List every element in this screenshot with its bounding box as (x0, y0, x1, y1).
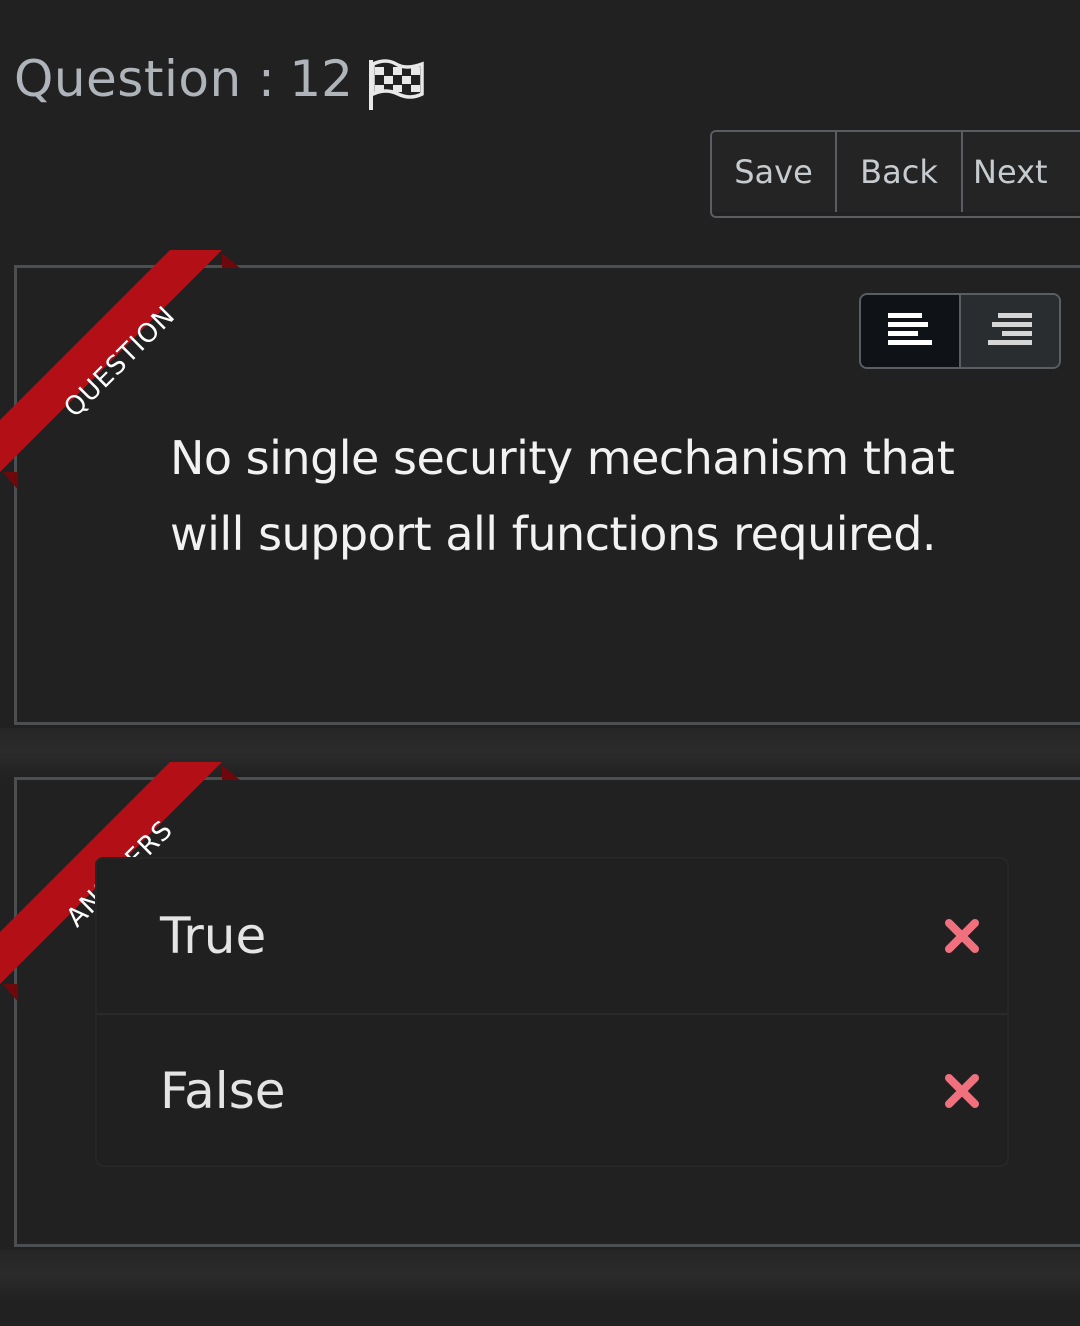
answer-option-false[interactable]: False (97, 1013, 1007, 1167)
save-button[interactable]: Save (712, 132, 837, 212)
align-left-icon (888, 313, 932, 345)
align-right-button[interactable] (961, 295, 1059, 367)
checkered-flag-icon[interactable] (366, 58, 426, 112)
layout-toggle (859, 293, 1061, 369)
question-label: Question : (14, 50, 276, 108)
cross-icon (945, 1074, 979, 1108)
answer-label: True (160, 907, 267, 965)
question-header: Question : 12 (14, 50, 353, 108)
answer-label: False (160, 1062, 286, 1120)
answer-option-true[interactable]: True (97, 859, 1007, 1013)
answer-list: True False (95, 857, 1009, 1167)
next-button[interactable]: Next (963, 132, 1080, 212)
navigation-buttons: Save Back Next (710, 130, 1080, 218)
bottom-divider (0, 1250, 1080, 1300)
quiz-page: Question : 12 Save Back Next QUESTION No… (0, 0, 1080, 1326)
align-left-button[interactable] (861, 295, 961, 367)
align-right-icon (988, 313, 1032, 345)
question-text: No single security mechanism that will s… (170, 431, 955, 561)
question-number: 12 (289, 50, 353, 108)
panel-divider (0, 728, 1080, 778)
back-button[interactable]: Back (837, 132, 963, 212)
cross-icon (945, 919, 979, 953)
